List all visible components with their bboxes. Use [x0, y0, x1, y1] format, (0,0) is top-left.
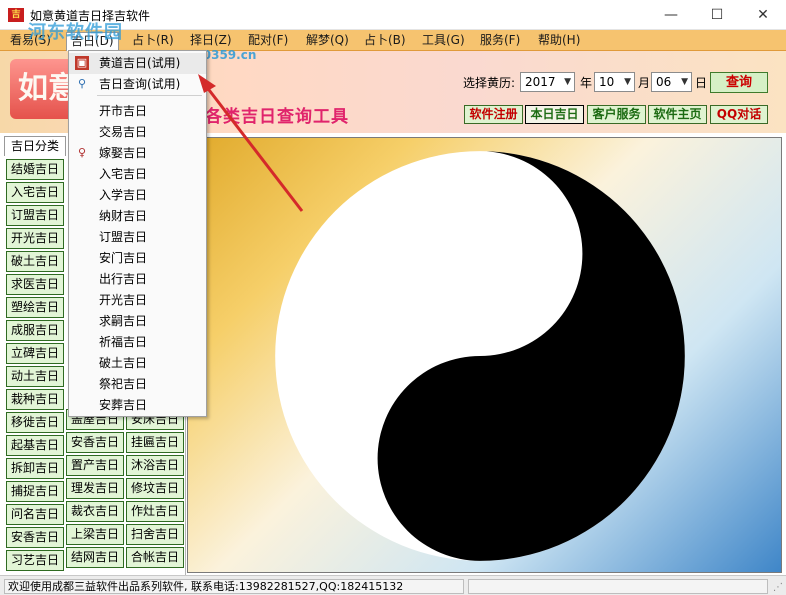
chevron-down-icon: ▼ [624, 77, 631, 87]
query-button[interactable]: 查询 [710, 72, 768, 93]
banner-heading: 各类吉日查询工具 [205, 107, 349, 127]
menu-item-jiri-query[interactable]: ⚲ 吉日查询(试用) [69, 74, 206, 95]
menu-item-jiri-category[interactable]: 纳财吉日 [69, 206, 206, 227]
menu-item-jiri-category[interactable]: 入宅吉日 [69, 164, 206, 185]
menu-item-label: 吉日查询(试用) [99, 77, 181, 91]
category-button[interactable]: 立碑吉日 [6, 343, 64, 364]
menu-jiemeng[interactable]: 解梦(Q) [302, 32, 353, 49]
menu-item-jiri-category[interactable]: 嫁娶吉日 ♀ [69, 143, 206, 164]
calendar-icon: ▣ [75, 56, 89, 70]
menu-item-jiri-category[interactable]: 交易吉日 [69, 122, 206, 143]
day-select[interactable]: 06 ▼ [651, 72, 692, 92]
category-button[interactable]: 安香吉日 [66, 432, 124, 453]
minimize-button[interactable]: — [648, 0, 694, 30]
month-unit: 月 [638, 76, 651, 90]
category-button[interactable]: 成服吉日 [6, 320, 64, 341]
category-button[interactable]: 裁衣吉日 [66, 501, 124, 522]
category-button[interactable]: 置产吉日 [66, 455, 124, 476]
menu-zhanbu-2[interactable]: 占卜(B) [360, 32, 410, 49]
menu-item-label: 黄道吉日(试用) [99, 56, 181, 70]
status-bar: 欢迎使用成都三益软件出品系列软件, 联系电话:13982281527,QQ:18… [0, 575, 786, 595]
app-icon: 吉 [8, 8, 24, 22]
category-button[interactable]: 上梁吉日 [66, 524, 124, 545]
status-panel-empty [468, 579, 768, 594]
menu-item-jiri-category[interactable]: 安葬吉日 [69, 395, 206, 416]
menu-item-jiri-category[interactable]: 入学吉日 [69, 185, 206, 206]
menu-item-jiri-category[interactable]: 破土吉日 [69, 353, 206, 374]
bride-icon: ♀ [77, 146, 87, 159]
month-select[interactable]: 10 ▼ [594, 72, 635, 92]
year-value: 2017 [525, 75, 556, 89]
category-button[interactable]: 起基吉日 [6, 435, 64, 456]
category-button[interactable]: 订盟吉日 [6, 205, 64, 226]
category-button[interactable]: 习艺吉日 [6, 550, 64, 571]
main-display [187, 137, 782, 573]
qq-chat-button[interactable]: QQ对话 [710, 105, 768, 124]
category-button[interactable]: 挂匾吉日 [126, 432, 184, 453]
menu-separator [97, 95, 202, 96]
category-button[interactable]: 移徙吉日 [6, 412, 64, 433]
menu-zhanbu[interactable]: 占卜(R) [128, 32, 178, 49]
date-label: 选择黄历: [463, 76, 516, 90]
category-button[interactable]: 拆卸吉日 [6, 458, 64, 479]
menu-item-jiri-category[interactable]: 祈福吉日 [69, 332, 206, 353]
jiri-dropdown-menu: ▣ 黄道吉日(试用) ⚲ 吉日查询(试用) 开市吉日 交易吉日 嫁娶吉日 ♀ 入宅吉日入… [68, 50, 207, 417]
chevron-down-icon: ▼ [681, 77, 688, 87]
category-button[interactable]: 结婚吉日 [6, 159, 64, 180]
category-button[interactable]: 捕捉吉日 [6, 481, 64, 502]
day-value: 06 [656, 75, 672, 89]
menu-item-jiri-category[interactable]: 出行吉日 [69, 269, 206, 290]
customer-service-button[interactable]: 客户服务 [587, 105, 646, 124]
year-unit: 年 [580, 76, 593, 90]
category-button[interactable]: 结网吉日 [66, 547, 124, 568]
maximize-button[interactable]: ☐ [694, 0, 740, 30]
menu-item-jiri-category[interactable]: 求嗣吉日 [69, 311, 206, 332]
category-button[interactable]: 求医吉日 [6, 274, 64, 295]
category-button[interactable]: 合帐吉日 [126, 547, 184, 568]
year-select[interactable]: 2017 ▼ [520, 72, 575, 92]
category-button[interactable]: 问名吉日 [6, 504, 64, 525]
menu-item-huangdao-jiri[interactable]: ▣ 黄道吉日(试用) [69, 53, 206, 74]
menu-tools[interactable]: 工具(G) [418, 32, 469, 49]
menu-peidui[interactable]: 配对(F) [244, 32, 292, 49]
status-message: 欢迎使用成都三益软件出品系列软件, 联系电话:13982281527,QQ:18… [4, 579, 464, 594]
chevron-down-icon: ▼ [564, 77, 571, 87]
yin-yang-image [275, 151, 685, 561]
menu-item-jiri-category[interactable]: 开光吉日 [69, 290, 206, 311]
month-value: 10 [599, 75, 615, 89]
category-button[interactable]: 扫舍吉日 [126, 524, 184, 545]
category-button[interactable]: 作灶吉日 [126, 501, 184, 522]
menu-service[interactable]: 服务(F) [476, 32, 524, 49]
category-button[interactable]: 理发吉日 [66, 478, 124, 499]
category-button[interactable]: 修坟吉日 [126, 478, 184, 499]
menu-item-jiri-category[interactable]: 安门吉日 [69, 248, 206, 269]
menu-item-jiri-category[interactable]: 订盟吉日 [69, 227, 206, 248]
category-button[interactable]: 塑绘吉日 [6, 297, 64, 318]
category-button[interactable]: 栽种吉日 [6, 389, 64, 410]
category-button[interactable]: 安香吉日 [6, 527, 64, 548]
resize-grip-icon[interactable]: ⋰ [773, 582, 783, 593]
menu-zeri[interactable]: 择日(Z) [186, 32, 236, 49]
category-button[interactable]: 沐浴吉日 [126, 455, 184, 476]
tab-categories[interactable]: 吉日分类 [4, 136, 66, 156]
today-jiri-button[interactable]: 本日吉日 [525, 105, 584, 124]
close-button[interactable]: ✕ [740, 0, 786, 30]
menu-help[interactable]: 帮助(H) [534, 32, 584, 49]
category-button[interactable]: 破土吉日 [6, 251, 64, 272]
category-button[interactable]: 动土吉日 [6, 366, 64, 387]
homepage-button[interactable]: 软件主页 [648, 105, 707, 124]
menu-item-jiri-category[interactable]: 开市吉日 [69, 101, 206, 122]
register-button[interactable]: 软件注册 [464, 105, 523, 124]
category-button[interactable]: 开光吉日 [6, 228, 64, 249]
menu-item-jiri-category[interactable]: 祭祀吉日 [69, 374, 206, 395]
magnifier-icon: ⚲ [77, 77, 87, 90]
category-button[interactable]: 入宅吉日 [6, 182, 64, 203]
day-unit: 日 [695, 76, 708, 90]
watermark-title: 河东软件园 [28, 22, 123, 43]
